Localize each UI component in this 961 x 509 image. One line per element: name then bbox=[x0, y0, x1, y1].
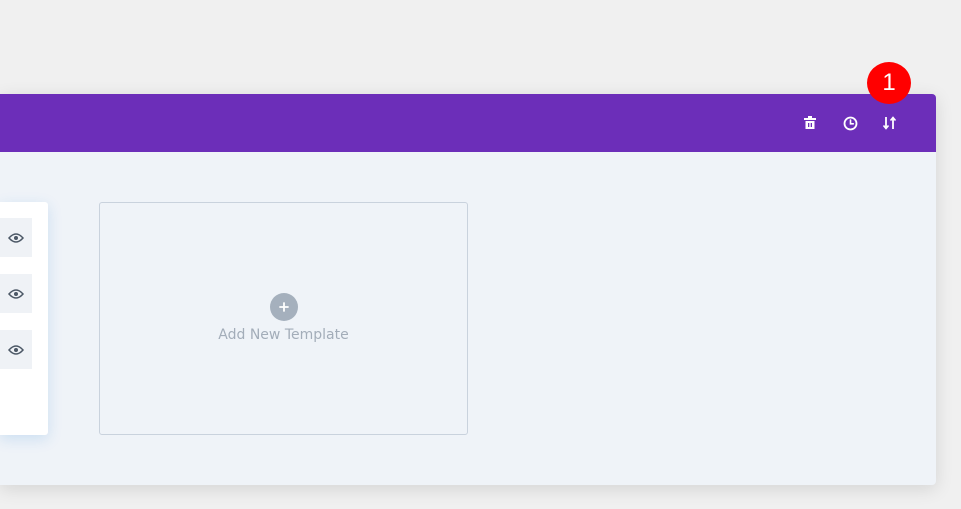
trash-icon[interactable] bbox=[801, 114, 819, 132]
preview-eye-icon[interactable] bbox=[0, 218, 32, 257]
template-builder-panel: Add New Template bbox=[0, 94, 936, 485]
history-clock-icon[interactable] bbox=[841, 114, 859, 132]
template-list-card bbox=[0, 202, 48, 435]
sort-arrows-icon[interactable] bbox=[881, 114, 899, 132]
preview-eye-icon[interactable] bbox=[0, 330, 32, 369]
plus-icon[interactable] bbox=[270, 293, 298, 321]
annotation-badge: 1 bbox=[867, 62, 911, 104]
preview-eye-icon[interactable] bbox=[0, 274, 32, 313]
panel-header-bar bbox=[0, 94, 936, 152]
add-new-template-label[interactable]: Add New Template bbox=[100, 327, 467, 343]
add-new-template-card[interactable]: Add New Template bbox=[99, 202, 468, 435]
